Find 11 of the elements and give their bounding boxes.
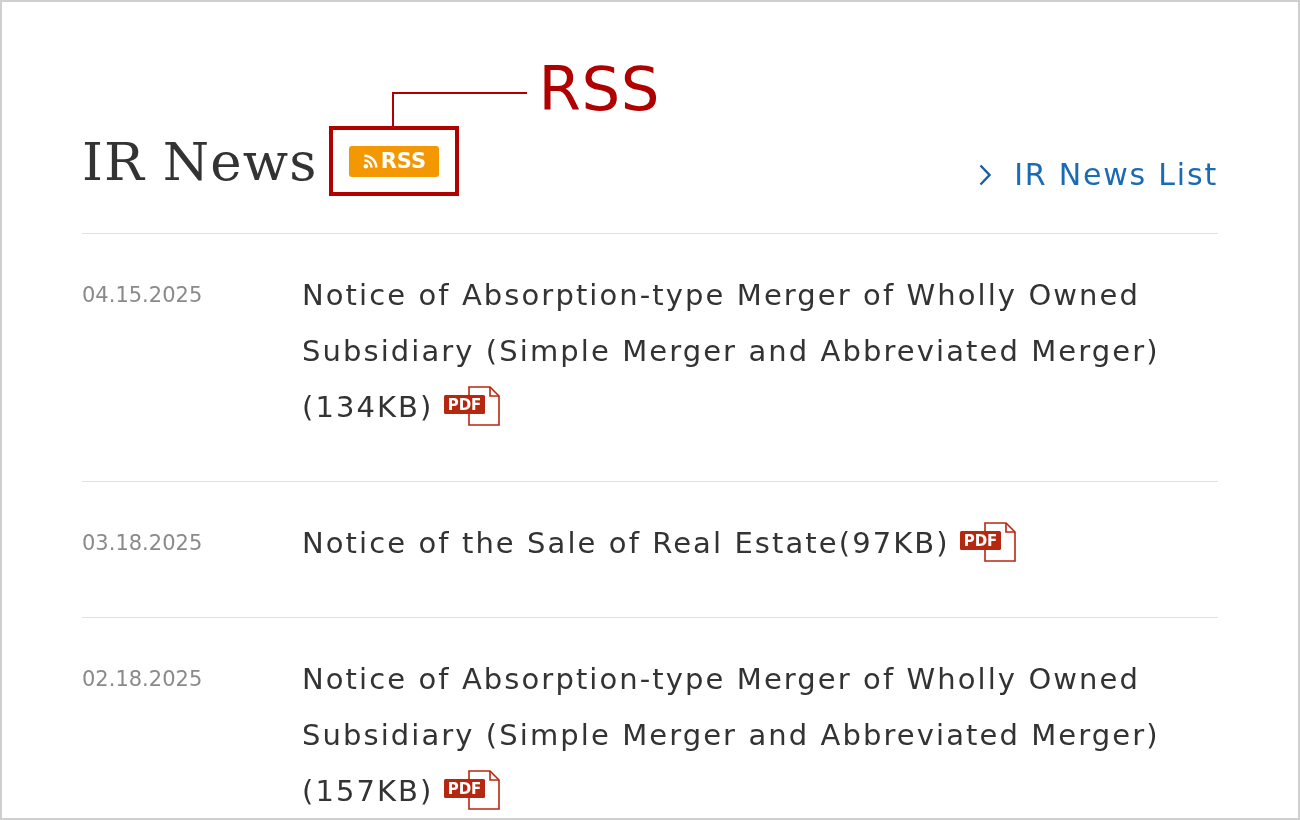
section-title: IR News	[82, 134, 318, 188]
news-date: 03.18.2025	[82, 530, 204, 557]
news-list-link[interactable]: IR News List	[979, 157, 1218, 193]
news-title-link[interactable]: Notice of Absorption-type Merger of Wholly Owned Subsidiary (Simple Merger and Abbreviated Merger) (157KB) PDF	[302, 651, 1218, 818]
callout-label: RSS	[538, 58, 661, 119]
news-title-link[interactable]: Notice of Absorption-type Merger of Wholly Owned Subsidiary (Simple Merger and Abbreviated Merger) (134KB) PDF	[302, 267, 1218, 435]
news-date: 02.18.2025	[82, 666, 204, 693]
news-title-link[interactable]: Notice of the Sale of Real Estate(97KB) PDF	[302, 515, 1218, 571]
news-date: 04.15.2025	[82, 282, 204, 309]
chevron-icon	[979, 164, 992, 186]
rss-icon	[362, 154, 378, 169]
